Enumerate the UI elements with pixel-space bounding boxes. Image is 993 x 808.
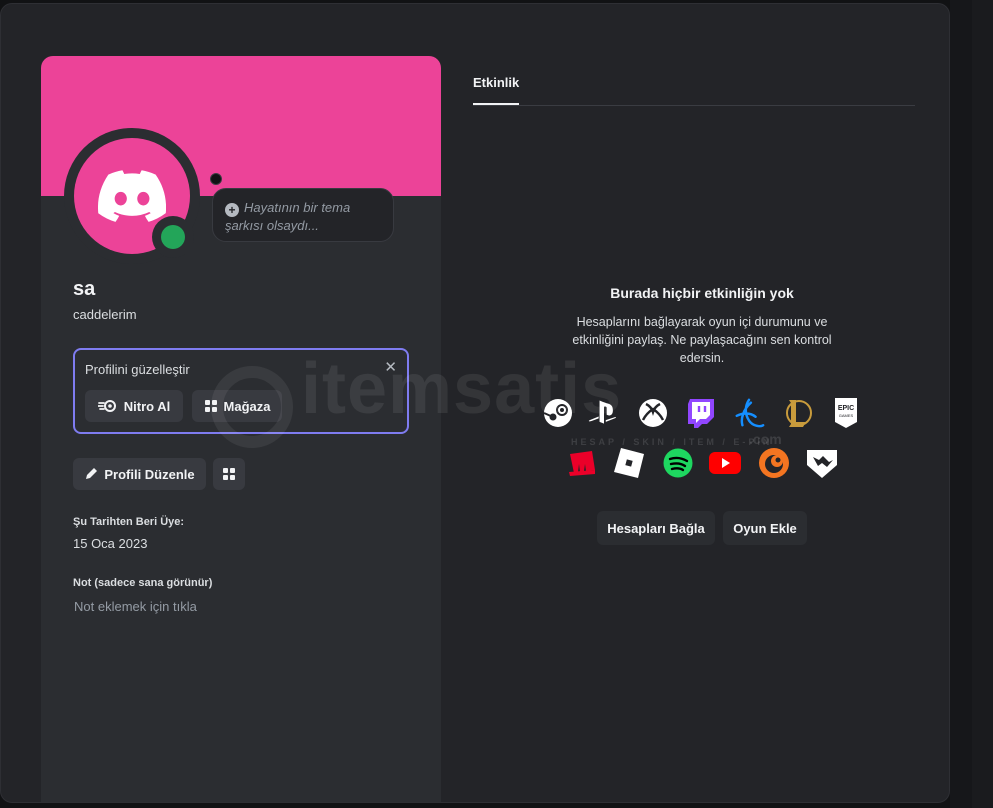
twitch-icon[interactable] — [685, 397, 717, 429]
thought-bubble-dot — [210, 173, 222, 185]
profile-modal: + Hayatının bir tema şarkısı olsaydı... s… — [0, 3, 950, 803]
edit-profile-label: Profili Düzenle — [104, 466, 195, 482]
member-since-label: Şu Tarihten Beri Üye: — [73, 516, 185, 528]
empty-activity-title: Burada hiçbir etkinliğin yok — [610, 285, 794, 301]
watermark-subtext: HESAP / SKIN / ITEM / E-PIN — [571, 437, 773, 447]
plus-icon: + — [225, 203, 239, 217]
watermark-domain: .com — [749, 431, 782, 447]
tab-divider — [473, 105, 915, 106]
spotify-icon[interactable] — [662, 447, 694, 479]
connect-accounts-button[interactable]: Hesapları Bağla — [597, 511, 715, 545]
add-game-label: Oyun Ekle — [733, 520, 797, 536]
watermark-text: itemsatis — [301, 349, 623, 429]
online-status-indicator — [161, 225, 185, 249]
league-of-legends-icon[interactable] — [782, 397, 814, 429]
promo-title: Profilini güzelleştir — [85, 362, 190, 377]
svg-text:GAMES: GAMES — [839, 413, 854, 418]
background-strip-edge — [972, 0, 993, 808]
nitro-button[interactable]: Nitro Al — [85, 390, 183, 422]
edit-profile-button[interactable]: Profili Düzenle — [73, 458, 206, 490]
xbox-icon[interactable] — [637, 397, 669, 429]
battlenet-icon[interactable] — [733, 397, 765, 429]
pencil-icon — [86, 468, 98, 479]
bungie-icon[interactable] — [806, 447, 838, 479]
youtube-icon[interactable] — [709, 447, 741, 479]
shop-icon — [223, 468, 235, 480]
note-input[interactable]: Not eklemek için tıkla — [74, 599, 197, 614]
nitro-label: Nitro Al — [123, 398, 171, 414]
song-placeholder: Hayatının bir tema şarkısı olsaydı... — [225, 200, 351, 233]
connect-accounts-label: Hesapları Bağla — [607, 520, 705, 536]
svg-text:EPIC: EPIC — [838, 405, 854, 412]
username: caddelerim — [73, 307, 137, 322]
note-label: Not (sadece sana görünür) — [73, 577, 213, 589]
tab-activity[interactable]: Etkinlik — [473, 75, 519, 90]
crunchyroll-icon[interactable] — [758, 447, 790, 479]
display-name: sa — [73, 278, 96, 300]
discord-logo-icon — [98, 170, 166, 222]
riot-games-icon[interactable] — [566, 447, 598, 479]
nitro-icon — [97, 400, 116, 412]
add-game-button[interactable]: Oyun Ekle — [723, 511, 807, 545]
shop-icon-button[interactable] — [213, 458, 245, 490]
song-status-bubble[interactable]: + Hayatının bir tema şarkısı olsaydı... — [212, 188, 394, 242]
epic-games-icon[interactable]: EPIC GAMES — [830, 397, 862, 429]
member-since-date: 15 Oca 2023 — [73, 536, 148, 551]
watermark-logo-icon — [211, 366, 293, 448]
roblox-icon[interactable] — [613, 447, 645, 479]
